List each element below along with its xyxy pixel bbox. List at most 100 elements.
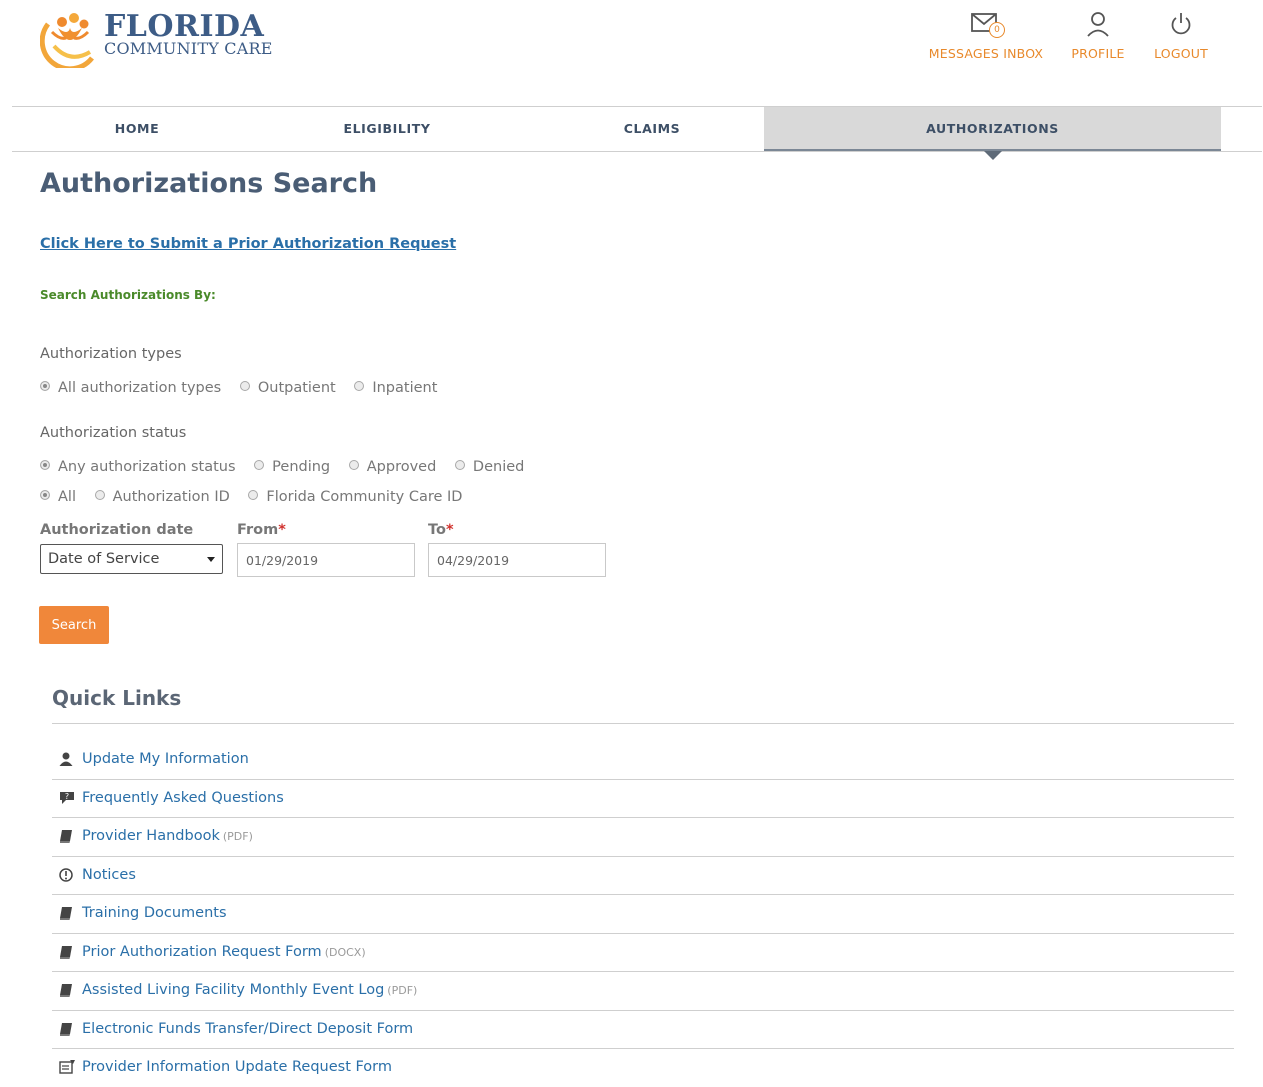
caret-down-icon bbox=[207, 557, 215, 562]
authorization-status-label: Authorization status bbox=[40, 425, 187, 441]
radio-fcc-id[interactable]: Florida Community Care ID bbox=[248, 489, 462, 505]
radio-label: All bbox=[58, 489, 76, 505]
authorization-types-group: All authorization types Outpatient Inpat… bbox=[40, 380, 451, 400]
radio-dot[interactable] bbox=[40, 460, 50, 470]
radio-dot[interactable] bbox=[40, 381, 50, 391]
from-date-input[interactable] bbox=[237, 543, 415, 577]
logout-label: LOGOUT bbox=[1154, 46, 1208, 61]
logout-link[interactable]: LOGOUT bbox=[1150, 10, 1212, 61]
file-type-tag: (PDF) bbox=[222, 830, 253, 843]
required-mark: * bbox=[278, 522, 286, 538]
radio-denied[interactable]: Denied bbox=[454, 459, 525, 475]
to-label-text: To bbox=[428, 522, 446, 538]
book-icon bbox=[58, 944, 74, 960]
main-nav: HOME ELIGIBILITY CLAIMS AUTHORIZATIONS bbox=[12, 106, 1262, 152]
quick-link-label: Provider Information Update Request Form bbox=[82, 1059, 393, 1075]
radio-all-types[interactable]: All authorization types bbox=[40, 380, 221, 396]
book-icon bbox=[58, 905, 74, 921]
quick-link-update-my-information[interactable]: Update My Information bbox=[82, 751, 252, 767]
radio-dot[interactable] bbox=[354, 381, 365, 391]
authorization-date-label: Authorization date bbox=[40, 522, 194, 538]
radio-inpatient[interactable]: Inpatient bbox=[354, 380, 437, 396]
required-mark: * bbox=[445, 522, 454, 538]
radio-outpatient[interactable]: Outpatient bbox=[239, 380, 336, 396]
nav-authorizations[interactable]: AUTHORIZATIONS bbox=[764, 107, 1221, 151]
quick-link-label: Notices bbox=[82, 866, 136, 883]
radio-label: Pending bbox=[272, 459, 331, 475]
radio-label: All authorization types bbox=[58, 380, 222, 396]
quick-link-item: ? Frequently Asked Questions bbox=[52, 780, 1234, 818]
quick-link-faq[interactable]: Frequently Asked Questions bbox=[82, 790, 287, 806]
user-icon bbox=[1086, 10, 1110, 40]
logo-subtitle: COMMUNITY CARE bbox=[104, 39, 273, 58]
profile-link[interactable]: PROFILE bbox=[1068, 10, 1128, 61]
quick-link-item: Training Documents bbox=[52, 895, 1234, 934]
search-button[interactable]: Search bbox=[39, 606, 109, 644]
site-logo[interactable]: FLORIDA COMMUNITY CARE bbox=[40, 6, 280, 68]
svg-text:?: ? bbox=[65, 792, 69, 801]
quick-link-label: Prior Authorization Request Form bbox=[82, 943, 322, 960]
messages-count-badge: 0 bbox=[989, 22, 1005, 38]
active-nav-indicator bbox=[984, 151, 1002, 160]
radio-any-status[interactable]: Any authorization status bbox=[40, 459, 236, 475]
quick-link-prior-authorization-form[interactable]: Prior Authorization Request Form (DOCX) bbox=[82, 944, 366, 960]
radio-dot[interactable] bbox=[248, 490, 259, 500]
radio-label: Denied bbox=[472, 459, 525, 475]
authorization-types-label: Authorization types bbox=[40, 346, 182, 362]
radio-approved[interactable]: Approved bbox=[348, 459, 436, 475]
radio-pending[interactable]: Pending bbox=[254, 459, 330, 475]
quick-link-item: Provider Handbook (PDF) bbox=[52, 818, 1234, 857]
quick-link-item: Provider Information Update Request Form bbox=[52, 1049, 1234, 1087]
radio-dot[interactable] bbox=[94, 490, 105, 500]
nav-home[interactable]: HOME bbox=[52, 107, 222, 151]
radio-label: Florida Community Care ID bbox=[266, 489, 463, 505]
quick-link-training-documents[interactable]: Training Documents bbox=[82, 905, 230, 921]
quick-link-provider-handbook[interactable]: Provider Handbook (PDF) bbox=[82, 828, 253, 844]
prior-authorization-request-link[interactable]: Click Here to Submit a Prior Authorizati… bbox=[40, 236, 456, 252]
radio-dot[interactable] bbox=[239, 381, 250, 391]
quick-link-item: Notices bbox=[52, 857, 1234, 895]
book-icon bbox=[58, 1021, 74, 1037]
from-label-text: From bbox=[237, 522, 279, 538]
to-label: To* bbox=[428, 522, 454, 538]
radio-authorization-id[interactable]: Authorization ID bbox=[94, 489, 230, 505]
from-label: From* bbox=[237, 522, 286, 538]
file-type-tag: (PDF) bbox=[387, 984, 418, 997]
divider bbox=[52, 723, 1234, 724]
quick-link-notices[interactable]: Notices bbox=[82, 867, 139, 883]
radio-dot[interactable] bbox=[40, 490, 50, 500]
quick-links-list: Update My Information ? Frequently Asked… bbox=[52, 741, 1234, 1087]
form-icon bbox=[58, 1059, 75, 1075]
power-icon bbox=[1169, 10, 1193, 40]
to-date-input[interactable] bbox=[428, 543, 606, 577]
quick-link-label: Electronic Funds Transfer/Direct Deposit… bbox=[82, 1020, 414, 1037]
id-filter-group: All Authorization ID Florida Community C… bbox=[40, 489, 476, 509]
radio-all-ids[interactable]: All bbox=[40, 489, 76, 505]
user-icon bbox=[58, 751, 74, 767]
profile-label: PROFILE bbox=[1071, 46, 1125, 61]
file-type-tag: (DOCX) bbox=[324, 945, 366, 959]
quick-link-label: Assisted Living Facility Monthly Event L… bbox=[82, 982, 385, 998]
select-value: Date of Service bbox=[48, 551, 160, 567]
radio-dot[interactable] bbox=[254, 460, 265, 470]
page-title: Authorizations Search bbox=[40, 168, 378, 199]
info-icon bbox=[58, 867, 74, 883]
quick-link-label: Provider Handbook bbox=[82, 828, 220, 844]
messages-inbox-link[interactable]: 0 MESSAGES INBOX bbox=[928, 10, 1044, 61]
radio-label: Inpatient bbox=[372, 380, 438, 396]
quick-link-eft-direct-deposit[interactable]: Electronic Funds Transfer/Direct Deposit… bbox=[82, 1021, 416, 1037]
book-icon bbox=[58, 828, 74, 844]
quick-link-item: Prior Authorization Request Form (DOCX) bbox=[52, 934, 1234, 972]
quick-link-provider-info-update[interactable]: Provider Information Update Request Form bbox=[82, 1059, 395, 1075]
envelope-icon: 0 bbox=[969, 10, 1005, 40]
quick-link-alf-event-log[interactable]: Assisted Living Facility Monthly Event L… bbox=[82, 982, 417, 998]
authorization-status-group: Any authorization status Pending Approve… bbox=[40, 459, 538, 479]
nav-claims[interactable]: CLAIMS bbox=[567, 107, 737, 151]
messages-inbox-label: MESSAGES INBOX bbox=[928, 46, 1044, 61]
radio-dot[interactable] bbox=[348, 460, 359, 470]
search-by-heading: Search Authorizations By: bbox=[40, 288, 216, 302]
radio-dot[interactable] bbox=[454, 460, 465, 470]
authorization-date-select[interactable]: Date of Service bbox=[40, 544, 223, 574]
nav-eligibility[interactable]: ELIGIBILITY bbox=[302, 107, 472, 151]
book-icon bbox=[58, 982, 74, 998]
